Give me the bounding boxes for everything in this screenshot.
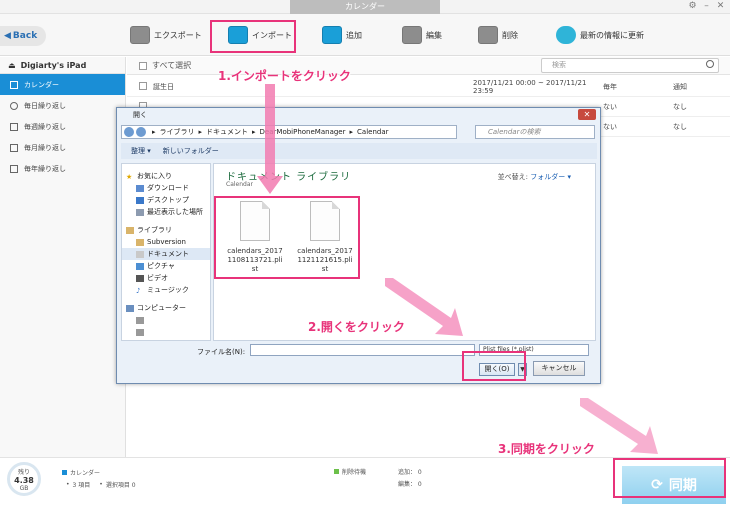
new-folder-button[interactable]: 新しいフォルダー xyxy=(163,146,219,156)
eject-icon: ⏏ xyxy=(8,60,16,70)
delete-button[interactable]: 削除 xyxy=(478,24,518,46)
tree-item-drive[interactable] xyxy=(122,314,210,326)
tree-item-downloads[interactable]: ダウンロード xyxy=(122,182,210,194)
folder-icon: ▸ xyxy=(152,128,156,136)
tree-item-computer[interactable]: コンピューター xyxy=(122,302,210,314)
drive-icon xyxy=(136,316,144,324)
library-icon xyxy=(126,226,134,234)
close-icon[interactable]: ✕ xyxy=(715,1,726,12)
search-icon xyxy=(706,60,714,68)
drive-icon xyxy=(136,328,144,336)
sidebar-item-weekly[interactable]: 毎週繰り返し xyxy=(0,116,125,137)
arrange-by[interactable]: 並べ替え: フォルダー ▾ xyxy=(498,172,571,182)
back-arrow-icon: ◀ xyxy=(4,31,11,41)
sidebar-item-monthly[interactable]: 毎月繰り返し xyxy=(0,137,125,158)
toolbar: ◀ Back エクスポート インポート 追加 編集 削除 最新の情報に更新 xyxy=(0,14,730,56)
navigation-tree: ★ お気に入り ダウンロード デスクトップ 最近表示した場所 ライブラリ Subv… xyxy=(121,163,211,341)
tree-item-music[interactable]: ♪ ミュージック xyxy=(122,284,210,296)
window-controls: ⚙ – ✕ xyxy=(687,1,726,12)
select-all-checkbox[interactable] xyxy=(139,61,147,70)
dialog-title: 開く xyxy=(133,110,147,119)
calendar-stat: カレンダー xyxy=(62,468,100,477)
tree-item-documents[interactable]: ドキュメント xyxy=(122,248,210,260)
sidebar-item-calendar[interactable]: カレンダー xyxy=(0,74,125,95)
tree-item-desktop[interactable]: デスクトップ xyxy=(122,194,210,206)
added-count: 追加： 0 xyxy=(398,469,422,476)
dialog-search-input[interactable]: Calendarの検索 xyxy=(475,125,595,139)
cancel-button[interactable]: キャンセル xyxy=(533,361,585,376)
tree-item-subversion[interactable]: Subversion xyxy=(122,236,210,248)
recent-places-icon xyxy=(136,208,144,216)
nav-forward-icon[interactable] xyxy=(136,127,146,137)
tree-item-drive[interactable] xyxy=(122,326,210,338)
sidebar-item-yearly[interactable]: 毎年繰り返し xyxy=(0,158,125,179)
edited-count: 編集： 0 xyxy=(398,481,422,488)
filename-input[interactable] xyxy=(250,344,475,356)
week-calendar-icon xyxy=(10,122,18,131)
window-title: カレンダー xyxy=(290,0,440,14)
edit-button[interactable]: 編集 xyxy=(402,24,442,46)
add-button[interactable]: 追加 xyxy=(322,24,362,46)
title-bar: カレンダー ⚙ – ✕ xyxy=(0,0,730,14)
desktop-icon xyxy=(136,196,144,204)
video-icon xyxy=(136,274,144,282)
sync-highlight-box xyxy=(613,458,726,498)
minimize-icon[interactable]: – xyxy=(701,1,712,12)
month-calendar-icon xyxy=(10,143,18,152)
library-subtitle: Calendar xyxy=(226,181,253,188)
tree-item-pictures[interactable]: ピクチャ xyxy=(122,260,210,272)
back-button[interactable]: ◀ Back xyxy=(0,26,46,46)
year-calendar-icon xyxy=(10,164,18,173)
sidebar-item-daily[interactable]: 毎日繰り返し xyxy=(0,95,125,116)
pending-delete: 削除待機 xyxy=(334,467,366,476)
tree-item-favorites[interactable]: ★ お気に入り xyxy=(122,170,210,182)
files-highlight-box xyxy=(214,196,360,279)
sidebar: ⏏ Digiarty's iPad カレンダー 毎日繰り返し 毎週繰り返し 毎月… xyxy=(0,57,126,457)
calendar-icon xyxy=(10,80,18,89)
import-highlight-box xyxy=(210,20,296,53)
dialog-toolbar: 整理 ▾ 新しいフォルダー xyxy=(121,143,597,159)
tree-item-recent[interactable]: 最近表示した場所 xyxy=(122,206,210,218)
arrow-to-open xyxy=(385,278,463,336)
gear-icon[interactable]: ⚙ xyxy=(687,1,698,12)
trash-icon xyxy=(478,26,498,44)
music-icon: ♪ xyxy=(136,286,141,295)
edit-icon xyxy=(402,26,422,44)
clock-icon xyxy=(10,101,18,110)
export-icon xyxy=(130,26,150,44)
pending-icon xyxy=(334,469,339,474)
tree-item-libraries[interactable]: ライブラリ xyxy=(122,224,210,236)
documents-icon xyxy=(136,250,144,258)
calendar-color-icon xyxy=(62,470,67,475)
arrow-to-sync xyxy=(580,398,658,454)
export-button[interactable]: エクスポート xyxy=(130,24,202,46)
star-icon: ★ xyxy=(126,172,133,181)
computer-icon xyxy=(126,304,134,312)
refresh-button[interactable]: 最新の情報に更新 xyxy=(556,24,644,46)
storage-indicator: 残り 4.38 GB xyxy=(7,462,41,496)
refresh-icon xyxy=(556,26,576,44)
filename-label: ファイル名(N): xyxy=(197,348,246,356)
row-checkbox[interactable] xyxy=(139,81,147,90)
arrow-to-files xyxy=(257,84,283,194)
nav-back-icon[interactable] xyxy=(124,127,134,137)
folder-icon xyxy=(136,238,144,246)
open-highlight-box xyxy=(462,351,526,381)
device-name[interactable]: ⏏ Digiarty's iPad xyxy=(0,57,125,74)
search-input[interactable]: 検索 xyxy=(541,58,719,73)
step1-annotation: 1.インポートをクリック xyxy=(218,69,351,83)
address-bar[interactable]: ▸ ライブラリ ▸ ドキュメント ▸ DearMobiPhoneManager ▸ C… xyxy=(121,125,457,139)
tree-item-videos[interactable]: ビデオ xyxy=(122,272,210,284)
dialog-close-button[interactable]: ✕ xyxy=(578,109,596,120)
pictures-icon xyxy=(136,262,144,270)
add-icon xyxy=(322,26,342,44)
organize-button[interactable]: 整理 ▾ xyxy=(131,146,151,156)
item-count: • 3 項目 • 選択項目 0 xyxy=(66,481,136,489)
download-folder-icon xyxy=(136,184,144,192)
